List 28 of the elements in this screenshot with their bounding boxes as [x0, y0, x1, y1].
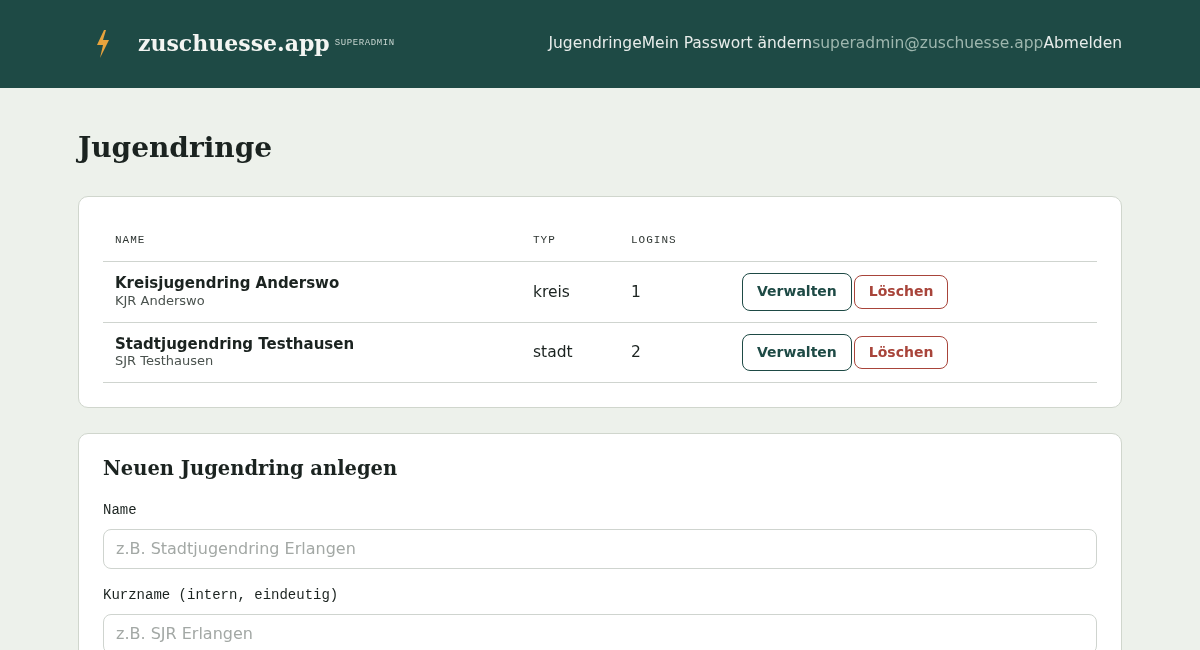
nav-link-text[interactable]: Mein Passwort ändern — [641, 32, 813, 56]
logins-count: 1 — [631, 282, 641, 301]
manage-button[interactable]: Verwalten — [742, 273, 852, 311]
column-header: NAME — [103, 220, 521, 262]
type-text: stadt — [533, 343, 573, 362]
organization-name: Stadtjugendring Testhausen — [115, 334, 356, 354]
form-title: Neuen Jugendring anlegen — [103, 457, 399, 481]
field-label: Kurzname (intern, eindeutig) — [103, 585, 340, 605]
user-email: superadmin@zuschuesse.app — [812, 33, 1044, 55]
page-title: Jugendringe — [78, 131, 274, 165]
brand-logo-text[interactable]: zuschuesse.app — [138, 31, 330, 57]
column-header: LOGINS — [619, 220, 730, 262]
organization-short-name: KJR Anderswo — [115, 292, 206, 310]
nav-link-text[interactable]: Abmelden — [1043, 32, 1122, 56]
text-input-field[interactable]: z.B. SJR Erlangen — [103, 613, 1097, 650]
column-header: TYP — [521, 220, 619, 262]
role-label: SUPERADMIN — [334, 37, 395, 51]
manage-button[interactable]: Verwalten — [742, 333, 852, 372]
organization-short-name: SJR Testhausen — [115, 353, 215, 371]
nav-link-text[interactable]: Jugendringe — [548, 32, 642, 56]
delete-button[interactable]: Löschen — [853, 335, 949, 370]
type-text: kreis — [533, 282, 570, 301]
logins-count: 2 — [631, 343, 641, 362]
lightning-bolt-icon — [96, 30, 110, 58]
delete-button[interactable]: Löschen — [853, 275, 949, 309]
organization-name: Kreisjugendring Anderswo — [115, 274, 341, 293]
field-label: Name — [103, 500, 138, 520]
text-input-field[interactable]: z.B. Stadtjugendring Erlangen — [103, 528, 1097, 569]
